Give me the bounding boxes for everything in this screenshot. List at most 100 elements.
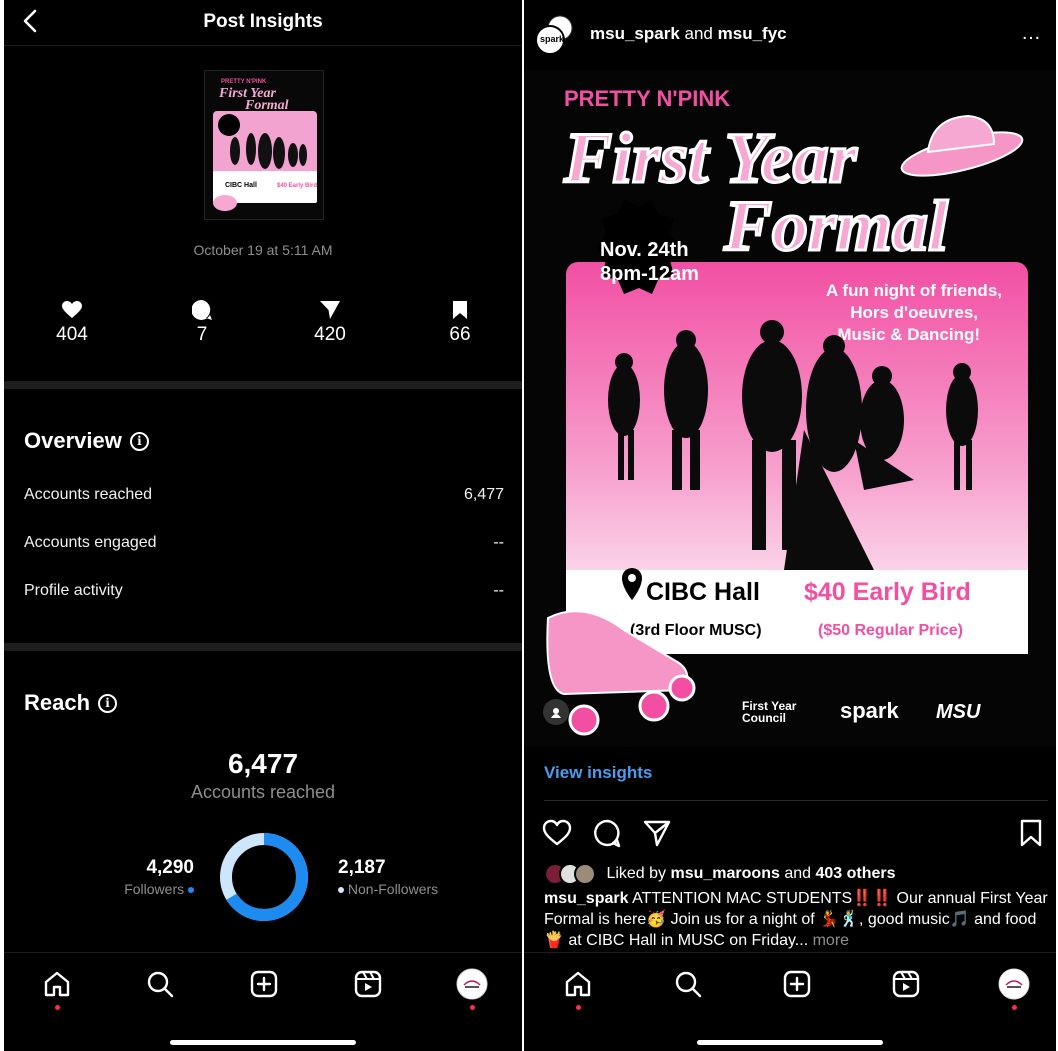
flyer-date: Nov. 24th (600, 239, 689, 261)
nav-search[interactable] (143, 967, 177, 1001)
post-caption: msu_spark ATTENTION MAC STUDENTS‼️‼️ Our… (544, 888, 1048, 951)
post-usernames[interactable]: msu_spark and msu_fyc (590, 24, 787, 44)
nav-search[interactable] (671, 967, 705, 1001)
followers-dot (188, 887, 194, 894)
caption-more-link[interactable]: more (813, 932, 849, 949)
reach-donut-chart (220, 833, 308, 921)
flyer-time: 8pm-12am (600, 263, 699, 285)
nav-create[interactable] (247, 967, 281, 1001)
plus-square-icon (250, 970, 278, 998)
bottom-nav (4, 952, 522, 1051)
more-options-icon[interactable]: … (1021, 22, 1042, 45)
svg-text:Council: Council (742, 711, 786, 725)
nav-create[interactable] (780, 967, 814, 1001)
home-indicator (170, 1040, 356, 1045)
avatar-text: spark (540, 34, 565, 44)
bookmark-icon (453, 301, 467, 319)
reels-icon (892, 970, 920, 998)
liked-by-prefix: Liked by (606, 865, 667, 882)
feed-post-screen: spark msu_spark and msu_fyc … PRETTY N'P… (524, 0, 1056, 1051)
flyer-desc-2: Hors d'oeuvres, (850, 303, 978, 322)
comment-icon (192, 300, 212, 320)
svg-text:PRETTY N'PINK: PRETTY N'PINK (221, 79, 267, 85)
bookmark-icon[interactable] (1016, 818, 1046, 848)
followers-label: Followers (124, 881, 185, 897)
row-value: -- (493, 582, 504, 599)
caption-username[interactable]: msu_spark (544, 890, 629, 907)
row-value: 6,477 (463, 486, 504, 503)
username-primary[interactable]: msu_spark (590, 24, 680, 43)
saves-stat: 66 (415, 298, 505, 346)
sponsor-logos: First Year Council spark MSU (742, 698, 981, 725)
reach-total: 6,477 (227, 748, 299, 779)
non-followers-label: Non-Followers (347, 881, 439, 897)
flyer-title-line2: Formal (723, 186, 948, 266)
overview-row-accounts-reached[interactable]: Accounts reached 6,477 (24, 486, 504, 504)
username-collab[interactable]: msu_fyc (718, 24, 787, 43)
svg-text:CIBC Hall: CIBC Hall (225, 182, 257, 189)
info-icon[interactable]: i (98, 693, 118, 713)
liked-by-row[interactable]: Liked by msu_maroons and 403 others (544, 863, 896, 885)
collab-avatar[interactable]: spark (534, 14, 576, 56)
nav-reels[interactable] (351, 967, 385, 1001)
row-label: Accounts engaged (24, 534, 157, 551)
overview-title: Overview i (24, 428, 149, 454)
followers-count: 4,290 (146, 857, 194, 878)
non-followers-count: 2,187 (338, 857, 386, 878)
notification-dot (55, 1005, 60, 1010)
flyer-desc-1: A fun night of friends, (826, 281, 1002, 300)
non-followers-dot (338, 887, 344, 894)
row-label: Profile activity (24, 582, 123, 599)
profile-avatar-icon (456, 968, 488, 1000)
row-value: -- (493, 534, 504, 551)
svg-text:spark: spark (840, 698, 899, 723)
search-icon (675, 971, 702, 998)
info-icon[interactable]: i (129, 431, 149, 451)
svg-text:Formal: Formal (244, 98, 289, 113)
view-insights-link[interactable]: View insights (544, 763, 652, 783)
non-followers-legend: 2,187 Non-Followers (338, 857, 498, 897)
formal-flyer-graphic: PRETTY N'PINK First Year Formal Nov. 24t… (524, 70, 1056, 747)
heart-icon (62, 301, 82, 318)
flyer-tag: PRETTY N'PINK (564, 86, 730, 111)
post-header: spark msu_spark and msu_fyc … (524, 0, 1056, 70)
reach-total-label: Accounts reached (190, 782, 336, 802)
comments-count: 7 (196, 324, 208, 345)
like-heart-icon[interactable] (542, 818, 572, 848)
reels-icon (354, 970, 382, 998)
home-indicator (697, 1040, 883, 1045)
plus-square-icon (783, 970, 811, 998)
nav-home[interactable] (40, 967, 74, 1001)
section-divider (4, 381, 522, 389)
overview-row-accounts-engaged[interactable]: Accounts engaged -- (24, 534, 504, 552)
flyer-price: $40 Early Bird (804, 578, 971, 606)
post-thumbnail[interactable]: PRETTY N'PINK First Year Formal CIBC Hal… (204, 70, 324, 220)
post-insights-screen: Post Insights PRETTY N'PINK First Year F… (4, 0, 522, 1051)
flyer-venue: CIBC Hall (646, 578, 760, 606)
svg-text:MSU: MSU (936, 701, 981, 723)
notification-dot (1012, 1005, 1017, 1010)
likes-count: 404 (56, 324, 88, 345)
nav-reels[interactable] (889, 967, 923, 1001)
nav-home[interactable] (561, 967, 595, 1001)
nav-profile[interactable] (997, 967, 1031, 1001)
comment-icon[interactable] (592, 818, 622, 848)
reach-title-text: Reach (24, 690, 91, 715)
flyer-desc-3: Music & Dancing! (837, 325, 980, 344)
post-date: October 19 at 5:11 AM (193, 242, 333, 258)
share-icon[interactable] (642, 818, 672, 848)
post-image[interactable]: PRETTY N'PINK First Year Formal Nov. 24t… (524, 70, 1056, 747)
nav-profile[interactable] (455, 967, 489, 1001)
insights-header: Post Insights (4, 0, 522, 46)
liked-by-user[interactable]: msu_maroons (671, 865, 780, 882)
liker-avatars (544, 863, 596, 885)
overview-row-profile-activity[interactable]: Profile activity -- (24, 582, 504, 600)
liked-by-and: and (784, 865, 812, 882)
followers-legend: 4,290 Followers (114, 857, 194, 897)
comments-stat: 7 (157, 298, 247, 346)
reach-title: Reach i (24, 690, 118, 716)
likes-stat: 404 (27, 298, 117, 346)
home-icon (44, 971, 70, 997)
liked-by-others[interactable]: 403 others (815, 865, 895, 882)
flyer-price-sub: ($50 Regular Price) (818, 622, 963, 639)
